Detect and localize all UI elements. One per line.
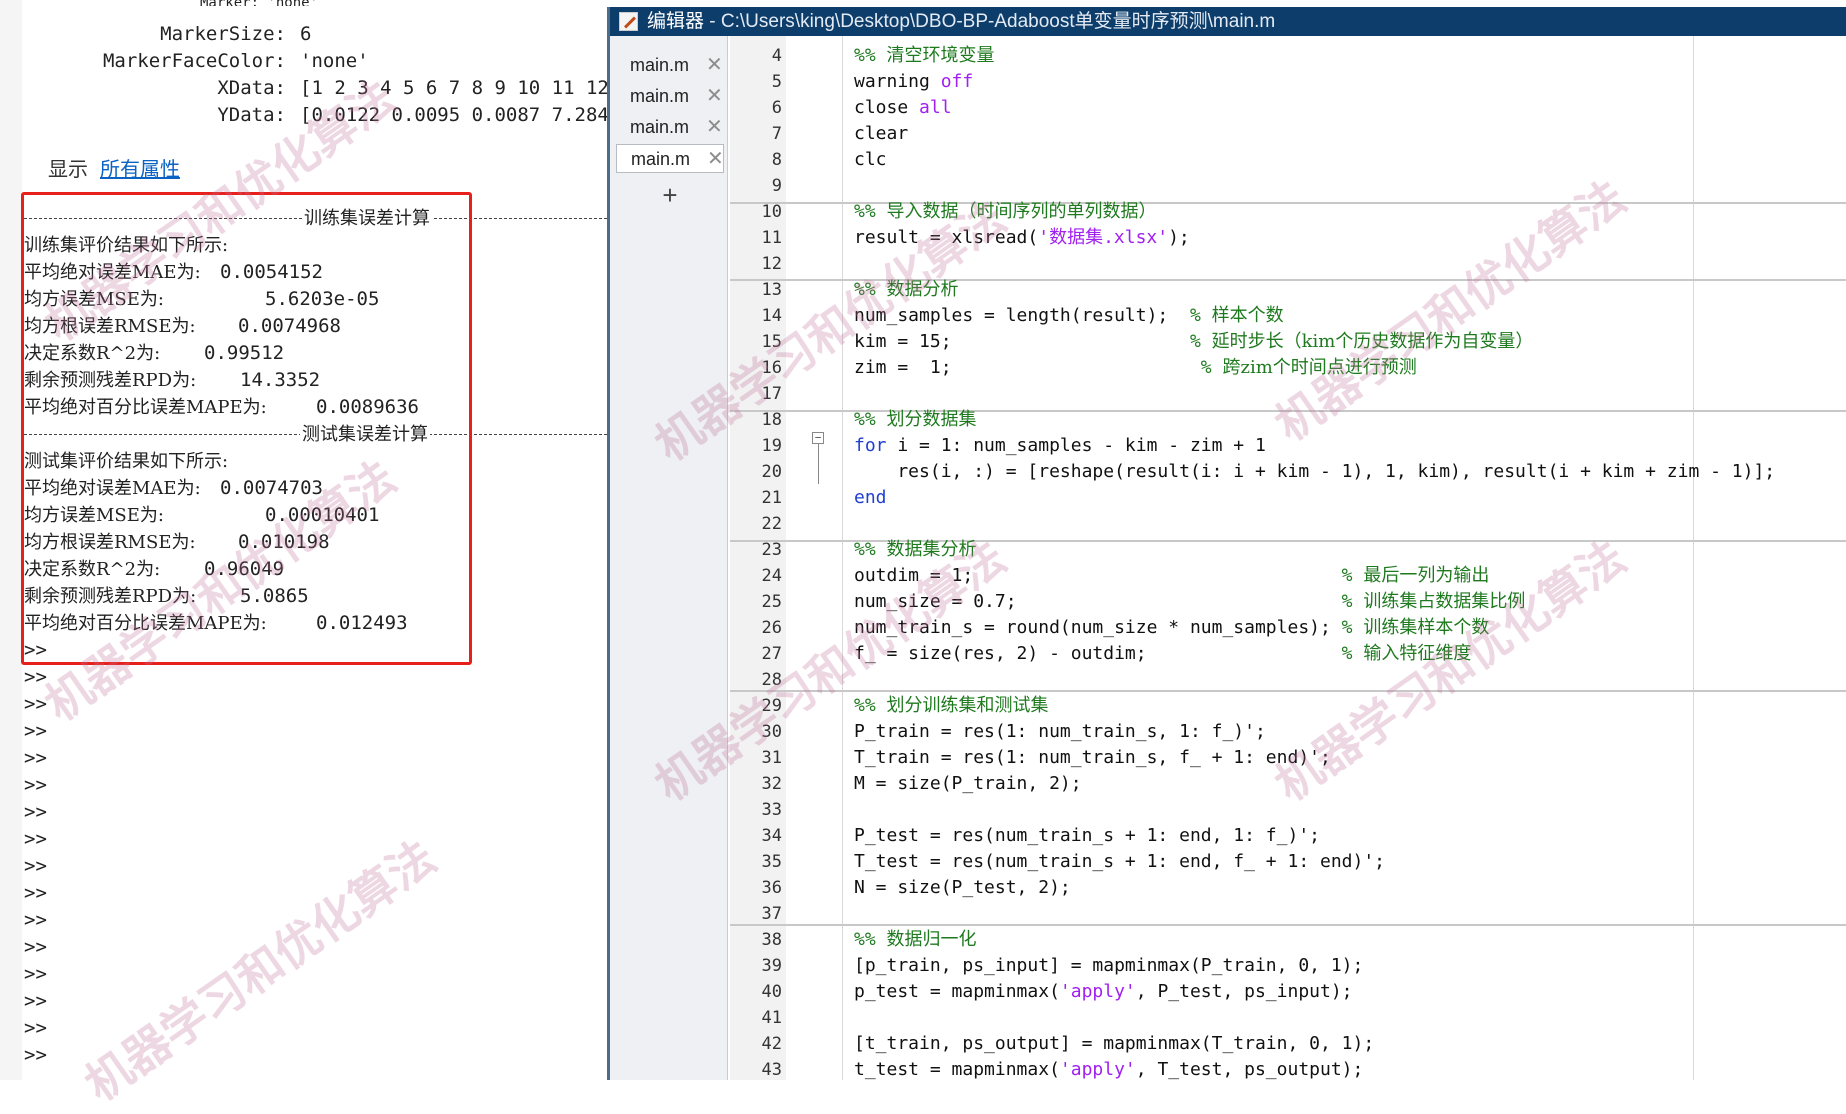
prompt-line: >> — [24, 855, 47, 877]
prompt-line: >> — [24, 774, 47, 796]
close-icon[interactable]: ✕ — [707, 145, 724, 174]
prompt-line: >> — [24, 963, 47, 985]
prompt-line[interactable]: >> — [24, 1042, 607, 1069]
code-line: 34 P_test = res(num_train_s + 1: end, 1: … — [761, 825, 1320, 846]
prompt-line: >> — [24, 882, 47, 904]
editor-file-path: - C:\Users\king\Desktop\DBO-BP-Adaboost单… — [704, 11, 1276, 32]
code-line: 33 — [761, 800, 782, 820]
file-tabs: main.m ✕ main.m ✕ main.m ✕ main.m ✕ + — [610, 36, 728, 1080]
code-line: 8 clc — [771, 149, 887, 170]
code-line: 38%% 数据归一化 — [761, 929, 977, 950]
code-line: 18%% 划分数据集 — [761, 409, 977, 430]
code-line: 22 — [761, 514, 782, 534]
code-line: 43 t_test = mapminmax('apply', T_test, ps… — [761, 1059, 1364, 1080]
code-line: 24 outdim = 1; % 最后一列为输出 — [761, 565, 1490, 586]
code-line: 4%% 清空环境变量 — [771, 45, 995, 66]
prompt-line: >> — [24, 1017, 47, 1039]
prompt-line: >> — [24, 693, 47, 715]
prompt-list: >> >> >> >> >> >> >> >> >> >> >> >> >> >… — [24, 637, 607, 1069]
prompt-line: >> — [24, 828, 47, 850]
prop-marker-size-value: 6 — [300, 23, 312, 45]
add-tab-icon[interactable]: + — [658, 182, 682, 208]
editor-title: 编辑器 — [647, 11, 705, 32]
prompt-line: >> — [24, 720, 47, 742]
code-line: 15 kim = 15; % 延时步长（kim个历史数据作为自变量） — [761, 331, 1534, 352]
code-area[interactable]: − 4%% 清空环境变量 5 warning off 6 close all 7 cl… — [730, 36, 1846, 1080]
code-line: 28 — [761, 670, 782, 690]
prompt-line: >> — [24, 666, 47, 688]
code-line: 32 M = size(P_train, 2); — [761, 773, 1082, 794]
code-line: 40 p_test = mapminmax('apply', P_test, ps… — [761, 981, 1353, 1002]
editor-icon — [619, 12, 638, 31]
code-line: 12 — [761, 254, 782, 274]
prompt-line: >> — [24, 990, 47, 1012]
command-window[interactable]: Marker: 'none' MarkerSize: 6 MarkerFaceC… — [0, 0, 607, 1080]
code-line: 37 — [761, 904, 782, 924]
code-line: 41 — [761, 1008, 782, 1028]
tab-main-3[interactable]: main.m ✕ — [616, 113, 724, 142]
tab-main-1[interactable]: main.m ✕ — [616, 51, 724, 80]
close-icon[interactable]: ✕ — [706, 113, 723, 142]
code-line: 39 [p_train, ps_input] = mapminmax(P_trai… — [761, 955, 1364, 976]
code-line: 21 end — [761, 487, 887, 508]
code-line: 7 clear — [771, 123, 909, 144]
code-line: 13%% 数据分析 — [761, 279, 959, 300]
code-line: 23%% 数据集分析 — [761, 539, 977, 560]
code-line: 26 num_train_s = round(num_size * num_sam… — [761, 617, 1490, 638]
code-line: 17 — [761, 384, 782, 404]
code-line: 31 T_train = res(1: num_train_s, f_ + 1: … — [761, 747, 1331, 768]
code-line: 42 [t_train, ps_output] = mapminmax(T_tra… — [761, 1033, 1375, 1054]
editor-window: 编辑器 - C:\Users\king\Desktop\DBO-BP-Adabo… — [607, 7, 1846, 1080]
close-icon[interactable]: ✕ — [706, 51, 723, 80]
code-line: 25 num_size = 0.7; % 训练集占数据集比例 — [761, 591, 1526, 612]
prop-ydata-value: [0.0122 0.0095 0.0087 7.2842 — [300, 104, 607, 126]
tab-main-2[interactable]: main.m ✕ — [616, 82, 724, 111]
code-line: 35 T_test = res(num_train_s + 1: end, f_ … — [761, 851, 1386, 872]
code-line: 9 — [771, 176, 782, 196]
tab-main-4[interactable]: main.m ✕ — [616, 144, 724, 173]
prop-marker-face-color-value: 'none' — [300, 50, 369, 72]
highlight-box — [21, 192, 472, 665]
cut-off-line: Marker: 'none' — [200, 0, 400, 6]
code-line: 20 res(i, :) = [reshape(result(i: i + ki… — [761, 461, 1776, 482]
code-line: 14 num_samples = length(result); % 样本个数 — [761, 305, 1284, 326]
prompt-line: >> — [24, 936, 47, 958]
show-properties-line: 显示 所有属性 — [48, 153, 180, 182]
code-line: 5 warning off — [771, 71, 974, 92]
code-line: 10%% 导入数据（时间序列的单列数据） — [761, 201, 1157, 222]
code-line: 29%% 划分训练集和测试集 — [761, 695, 1049, 716]
prop-xdata-value: [1 2 3 4 5 6 7 8 9 10 11 12 — [300, 77, 607, 99]
code-line: 36 N = size(P_test, 2); — [761, 877, 1071, 898]
prompt-line: >> — [24, 747, 47, 769]
code-line: 11 result = xlsread('数据集.xlsx'); — [761, 227, 1190, 248]
prop-marker-face-color: MarkerFaceColor: — [102, 50, 286, 72]
prompt-line: >> — [24, 801, 47, 823]
code-line: 19 for i = 1: num_samples - kim - zim + 1 — [761, 435, 1266, 456]
code-line: 30 P_train = res(1: num_train_s, 1: f_)'; — [761, 721, 1266, 742]
show-label: 显示 — [48, 157, 88, 181]
code-line: 16 zim = 1; % 跨zim个时间点进行预测 — [761, 357, 1417, 378]
close-icon[interactable]: ✕ — [706, 82, 723, 111]
code-line: 6 close all — [771, 97, 952, 118]
prop-marker-size: MarkerSize: — [160, 23, 286, 45]
all-properties-link[interactable]: 所有属性 — [100, 157, 180, 181]
prop-ydata: YData: — [217, 104, 286, 126]
editor-titlebar[interactable]: 编辑器 - C:\Users\king\Desktop\DBO-BP-Adabo… — [610, 7, 1846, 36]
prop-xdata: XData: — [217, 77, 286, 99]
code-line: 27 f_ = size(res, 2) - outdim; % 输入特征维度 — [761, 643, 1472, 664]
prompt-line: >> — [24, 909, 47, 931]
